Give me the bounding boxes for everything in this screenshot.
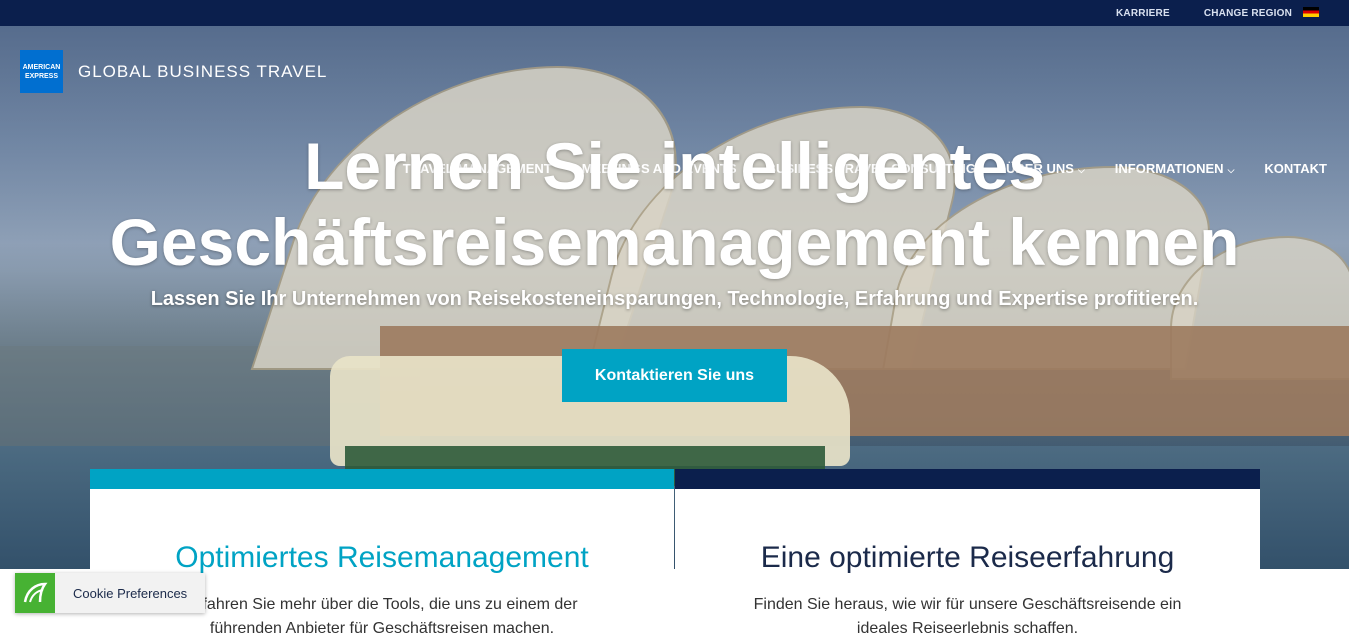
feature-card-travel-experience[interactable]: Eine optimierte Reiseerfahrung Finden Si… — [675, 469, 1260, 637]
amex-logo[interactable]: AMERICAN EXPRESS — [20, 50, 63, 93]
hero-headline: Lernen Sie intelligentes Geschäftsreisem… — [0, 128, 1349, 280]
hero-headline-line-2: Geschäftsreisemanagement kennen — [109, 205, 1240, 279]
logo-line-2: EXPRESS — [24, 72, 59, 80]
card-text: Erfahren Sie mehr über die Tools, die un… — [186, 596, 578, 637]
top-utility-bar: KARRIERE CHANGE REGION — [0, 0, 1349, 26]
hero-headline-line-1: Lernen Sie intelligentes — [304, 129, 1045, 203]
card-title: Optimiertes Reisemanagement — [175, 541, 589, 574]
change-region-label: CHANGE REGION — [1203, 8, 1293, 19]
logo-line-1: AMERICAN — [22, 63, 61, 71]
brand-name[interactable]: GLOBAL BUSINESS TRAVEL — [78, 62, 327, 82]
hero-subtitle: Lassen Sie Ihr Unternehmen von Reisekost… — [150, 288, 1199, 310]
change-region-link[interactable]: CHANGE REGION — [1204, 7, 1319, 19]
contact-us-button[interactable]: Kontaktieren Sie uns — [562, 349, 787, 402]
cookie-preferences-button[interactable]: Cookie Preferences — [15, 573, 205, 613]
cookie-preferences-label: Cookie Preferences — [73, 585, 188, 601]
card-title: Eine optimierte Reiseerfahrung — [760, 541, 1175, 574]
cookie-shield-icon — [15, 573, 55, 613]
karriere-link[interactable]: KARRIERE — [1116, 8, 1170, 19]
germany-flag-icon — [1303, 7, 1319, 17]
card-text: Finden Sie heraus, wie wir für unsere Ge… — [753, 596, 1182, 637]
